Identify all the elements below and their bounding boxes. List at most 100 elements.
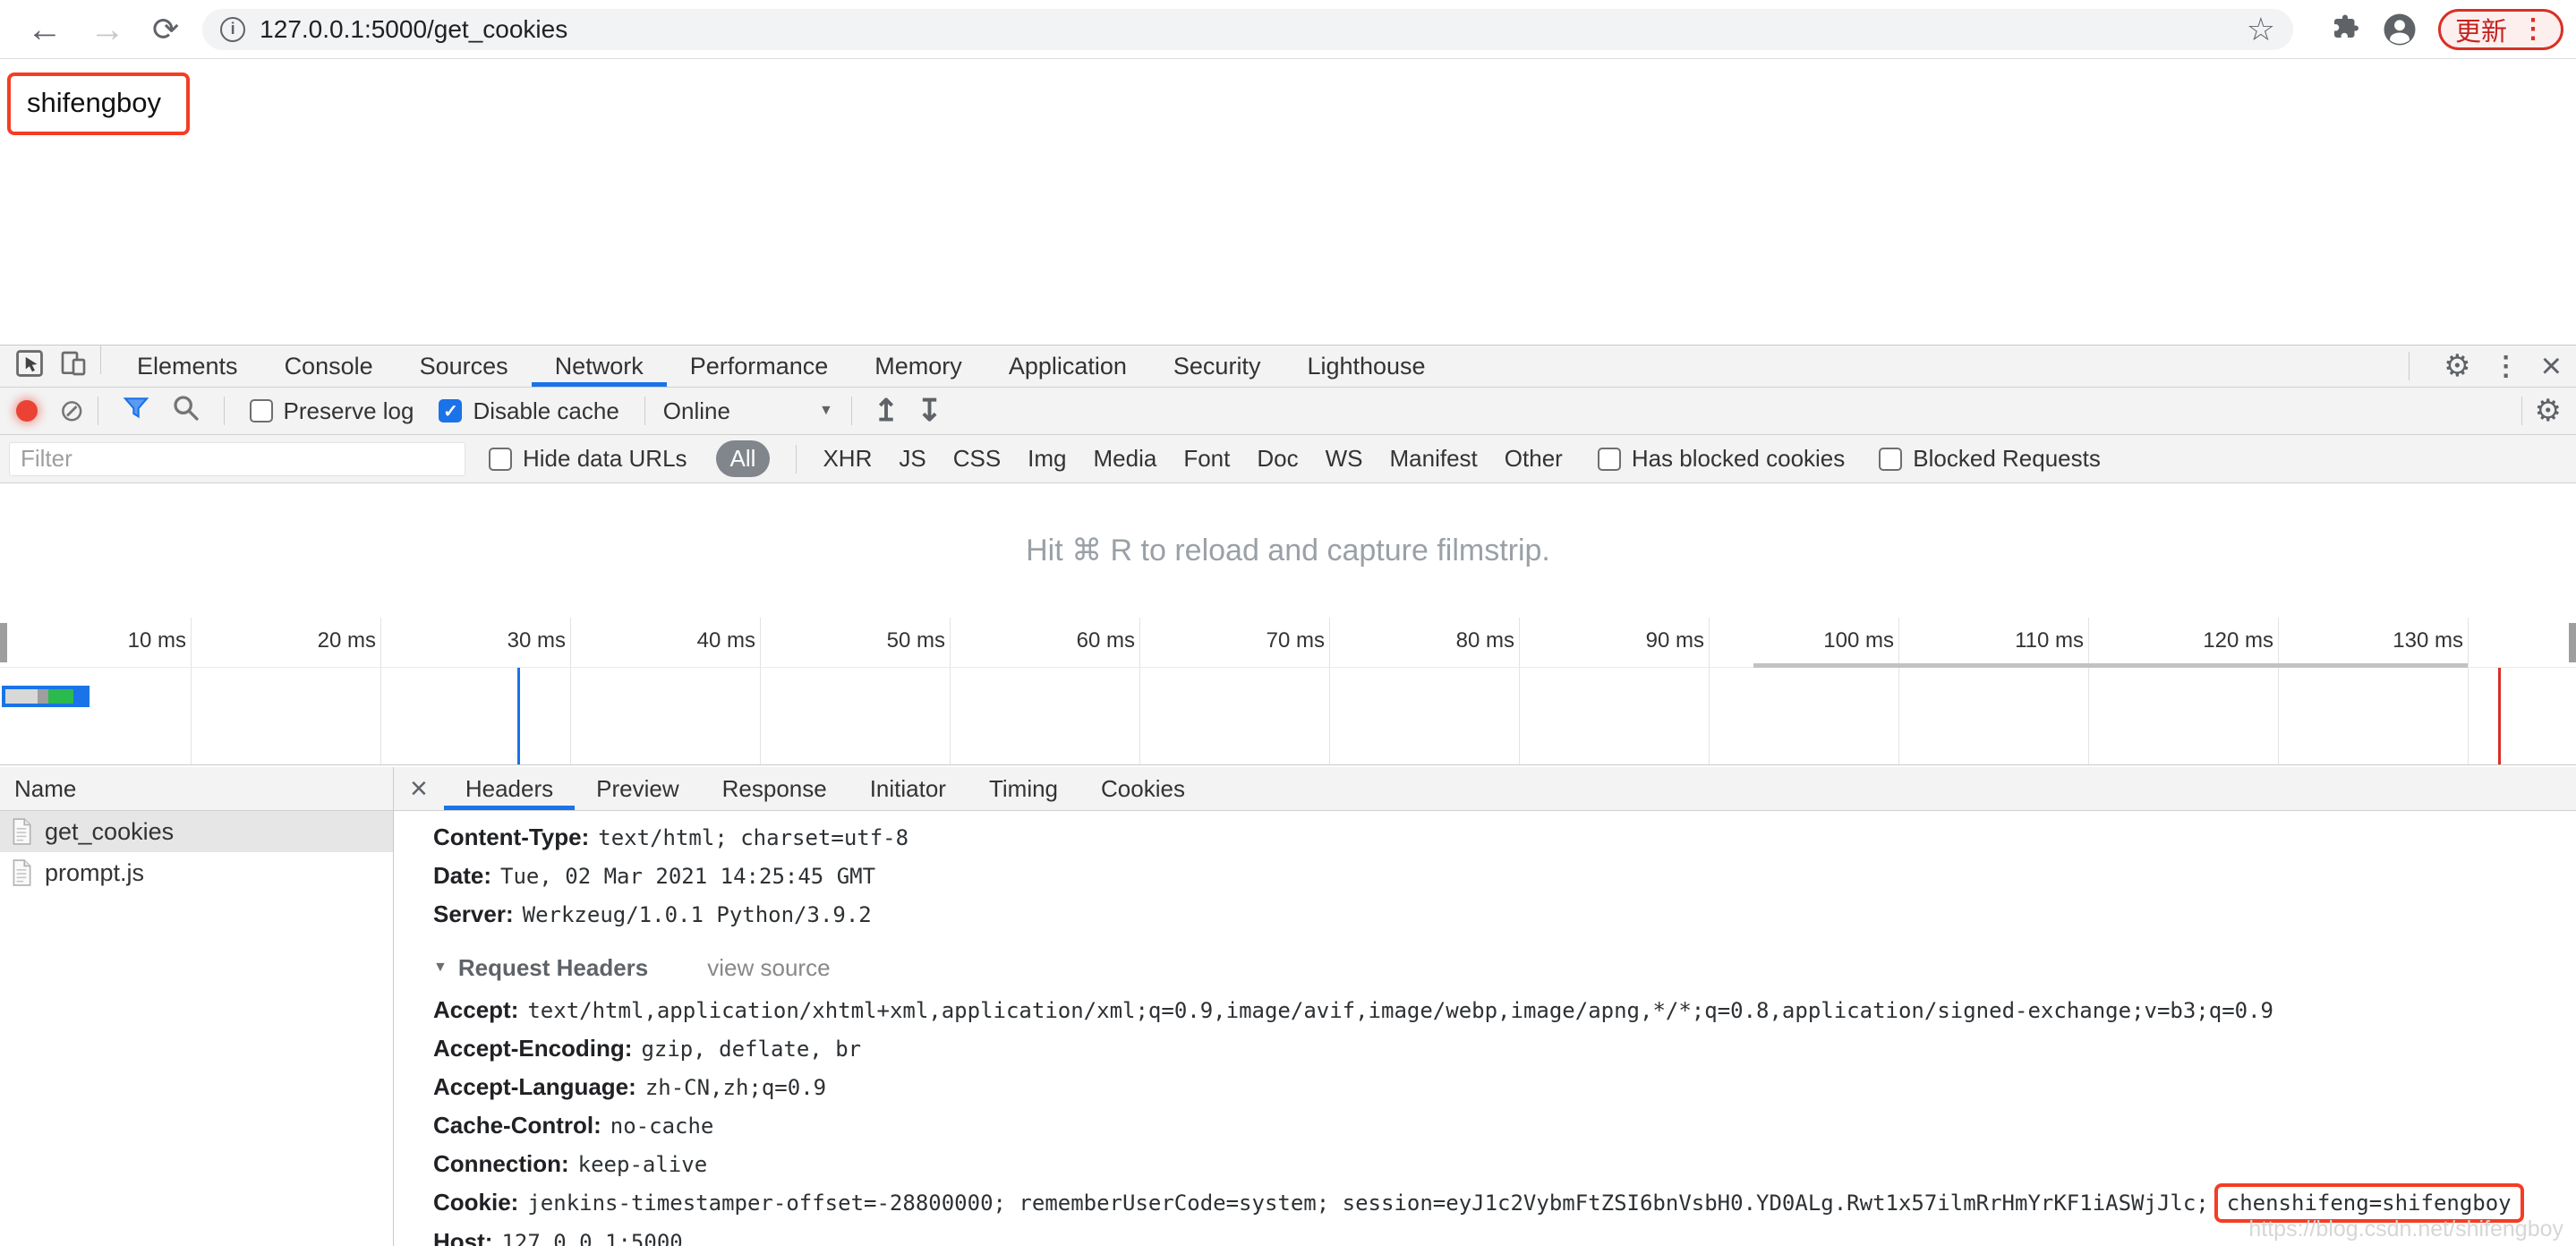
- tab-headers[interactable]: Headers: [443, 767, 576, 810]
- gridline: 40 ms: [697, 618, 761, 764]
- request-row-get-cookies[interactable]: get_cookies: [0, 811, 393, 852]
- tick-label: 50 ms: [886, 628, 945, 653]
- throttling-select[interactable]: Online ▼: [663, 397, 833, 425]
- header-name: Cache-Control:: [433, 1112, 601, 1139]
- disable-cache-label: Disable cache: [473, 397, 619, 424]
- browser-menu-icon[interactable]: ⋮: [2520, 15, 2546, 43]
- request-row-prompt-js[interactable]: prompt.js: [0, 852, 393, 893]
- url-text[interactable]: 127.0.0.1:5000/get_cookies: [260, 15, 567, 44]
- extensions-puzzle-icon[interactable]: [2329, 13, 2361, 46]
- profile-avatar-icon[interactable]: [2381, 11, 2418, 48]
- document-icon: [11, 859, 32, 886]
- device-toolbar-icon[interactable]: [59, 348, 88, 385]
- header-name: Server:: [433, 900, 514, 927]
- checkbox-unchecked[interactable]: [249, 399, 273, 422]
- tick-label: 100 ms: [1823, 628, 1894, 653]
- view-source-link[interactable]: view source: [707, 949, 830, 986]
- filter-type-manifest[interactable]: Manifest: [1390, 445, 1478, 473]
- tab-performance[interactable]: Performance: [667, 346, 852, 387]
- tick-label: 130 ms: [2393, 628, 2463, 653]
- search-icon[interactable]: [172, 394, 200, 429]
- filter-input[interactable]: [9, 441, 465, 476]
- header-value: jenkins-timestamper-offset=-28800000; re…: [527, 1191, 2209, 1216]
- tick-label: 120 ms: [2203, 628, 2273, 653]
- tick-label: 80 ms: [1455, 628, 1514, 653]
- devtools-more-icon[interactable]: ⋮: [2493, 351, 2520, 382]
- checkbox-unchecked[interactable]: [1597, 447, 1621, 471]
- update-button[interactable]: 更新 ⋮: [2437, 8, 2563, 50]
- separator: [2409, 352, 2410, 380]
- filter-type-xhr[interactable]: XHR: [823, 445, 872, 473]
- page-annotation-box: shifengboy: [7, 73, 190, 135]
- clear-icon[interactable]: ⊘: [59, 396, 85, 426]
- tab-initiator[interactable]: Initiator: [849, 767, 968, 810]
- checkbox-unchecked[interactable]: [1879, 447, 1903, 471]
- disable-cache-checkbox[interactable]: ✓ Disable cache: [439, 397, 619, 425]
- reload-hint-area: Hit ⌘ R to reload and capture filmstrip.: [0, 483, 2576, 618]
- gridline: 90 ms: [1646, 618, 1710, 764]
- record-button[interactable]: [16, 400, 38, 422]
- inspect-element-icon[interactable]: [14, 348, 45, 385]
- update-label: 更新: [2454, 17, 2507, 47]
- tab-elements[interactable]: Elements: [114, 346, 261, 387]
- address-bar[interactable]: i 127.0.0.1:5000/get_cookies ☆: [202, 8, 2293, 50]
- gridline: 130 ms: [2393, 618, 2469, 764]
- checkbox-checked[interactable]: ✓: [439, 399, 463, 422]
- preserve-log-checkbox[interactable]: Preserve log: [249, 397, 414, 425]
- hide-data-urls-checkbox[interactable]: Hide data URLs: [489, 445, 687, 473]
- chevron-down-icon: ▼: [818, 403, 833, 418]
- import-har-icon[interactable]: ↥: [874, 393, 900, 429]
- filter-type-media[interactable]: Media: [1094, 445, 1157, 473]
- headers-content[interactable]: Content-Type: text/html; charset=utf-8 Da…: [394, 811, 2576, 1246]
- headers-detail-panel: × Headers Preview Response Initiator Tim…: [394, 767, 2576, 1246]
- watermark: https://blog.csdn.net/shifengboy: [2248, 1216, 2563, 1242]
- blocked-requests-checkbox[interactable]: Blocked Requests: [1879, 445, 2101, 473]
- checkbox-unchecked[interactable]: [489, 447, 512, 471]
- tab-response[interactable]: Response: [701, 767, 849, 810]
- tab-console[interactable]: Console: [261, 346, 397, 387]
- has-blocked-cookies-checkbox[interactable]: Has blocked cookies: [1597, 445, 1845, 473]
- tab-preview[interactable]: Preview: [575, 767, 700, 810]
- blocked-requests-label: Blocked Requests: [1913, 445, 2101, 472]
- separator: [223, 397, 225, 425]
- request-headers-title: Request Headers: [457, 954, 649, 981]
- export-har-icon[interactable]: ↧: [917, 393, 943, 429]
- header-value: 127.0.0.1:5000: [501, 1230, 683, 1246]
- back-icon[interactable]: ←: [27, 12, 63, 47]
- filter-type-font[interactable]: Font: [1183, 445, 1230, 473]
- network-overview-timeline[interactable]: 10 ms 20 ms 30 ms 40 ms 50 ms 60 ms 70 m…: [0, 618, 2576, 765]
- filter-funnel-icon[interactable]: [122, 394, 150, 429]
- tick-label: 60 ms: [1076, 628, 1135, 653]
- tab-security[interactable]: Security: [1150, 346, 1284, 387]
- tab-application[interactable]: Application: [985, 346, 1150, 387]
- overview-right-handle[interactable]: [2569, 623, 2576, 662]
- request-headers-section[interactable]: ▼ Request Headers view source: [433, 949, 2576, 986]
- site-info-icon[interactable]: i: [220, 16, 246, 42]
- devtools-close-icon[interactable]: ×: [2541, 348, 2562, 384]
- devtools-settings-icon[interactable]: ⚙: [2444, 348, 2470, 384]
- filter-type-js[interactable]: JS: [899, 445, 925, 473]
- filter-type-all[interactable]: All: [715, 440, 771, 477]
- filter-type-ws[interactable]: WS: [1326, 445, 1363, 473]
- network-settings-icon[interactable]: ⚙: [2535, 393, 2562, 429]
- filter-type-other[interactable]: Other: [1505, 445, 1563, 473]
- close-detail-icon[interactable]: ×: [394, 767, 444, 810]
- waterfall-waiting-segment: [48, 689, 73, 704]
- header-value: Tue, 02 Mar 2021 14:25:45 GMT: [500, 864, 876, 889]
- forward-icon: →: [90, 9, 125, 49]
- requests-column-header[interactable]: Name: [0, 767, 393, 811]
- request-waterfall-bar[interactable]: [2, 686, 90, 707]
- filter-type-img[interactable]: Img: [1028, 445, 1066, 473]
- tab-sources[interactable]: Sources: [397, 346, 532, 387]
- tab-cookies[interactable]: Cookies: [1079, 767, 1207, 810]
- tab-network[interactable]: Network: [531, 346, 667, 387]
- overview-left-handle[interactable]: [0, 623, 7, 662]
- tab-timing[interactable]: Timing: [968, 767, 1079, 810]
- tab-memory[interactable]: Memory: [851, 346, 985, 387]
- reload-icon[interactable]: ⟳: [152, 13, 179, 46]
- filter-type-css[interactable]: CSS: [953, 445, 1001, 473]
- filter-type-doc[interactable]: Doc: [1257, 445, 1298, 473]
- collapse-triangle-icon[interactable]: ▼: [433, 949, 448, 986]
- bookmark-star-icon[interactable]: ☆: [2247, 11, 2275, 48]
- tab-lighthouse[interactable]: Lighthouse: [1284, 346, 1448, 387]
